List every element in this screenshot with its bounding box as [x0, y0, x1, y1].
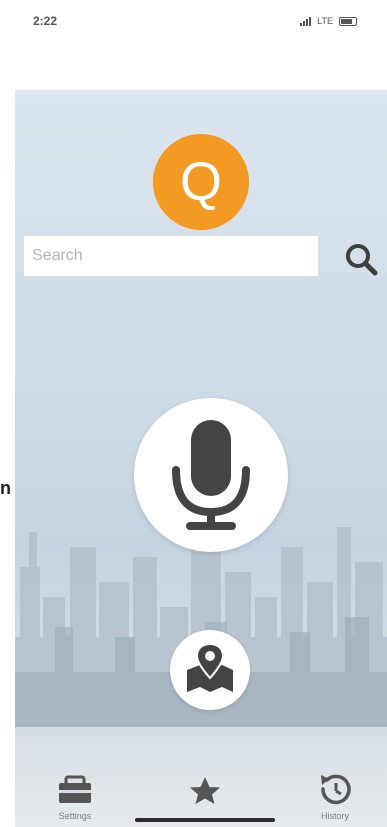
app-logo: Q — [153, 134, 249, 230]
tab-history-label: History — [320, 811, 349, 821]
edge-text-fragment: n — [0, 478, 11, 498]
search-icon — [346, 244, 378, 276]
battery-icon — [339, 17, 357, 26]
map-button[interactable] — [170, 630, 250, 710]
status-time: 2:22 — [33, 14, 58, 28]
map-location-icon — [187, 642, 233, 692]
history-icon — [321, 774, 351, 805]
search-input[interactable] — [24, 236, 318, 276]
signal-icon — [300, 17, 312, 26]
tab-settings[interactable]: Settings — [35, 765, 115, 827]
status-bar: 2:22 LTE — [0, 0, 387, 60]
app-logo-letter: Q — [179, 152, 222, 212]
tab-history[interactable]: History — [295, 765, 375, 827]
home-indicator — [135, 818, 275, 822]
toolbox-icon — [59, 775, 91, 803]
tab-settings-label: Settings — [58, 811, 92, 821]
network-type: LTE — [317, 16, 333, 26]
voice-search-button[interactable] — [134, 398, 288, 552]
app-screen: Q — [15, 90, 387, 827]
microphone-icon — [172, 420, 250, 530]
search-button[interactable] — [342, 240, 382, 280]
star-icon — [190, 777, 220, 804]
app-page: 2:22 LTE n Q Search Settings History — [0, 0, 387, 827]
status-icons: LTE — [300, 16, 357, 26]
